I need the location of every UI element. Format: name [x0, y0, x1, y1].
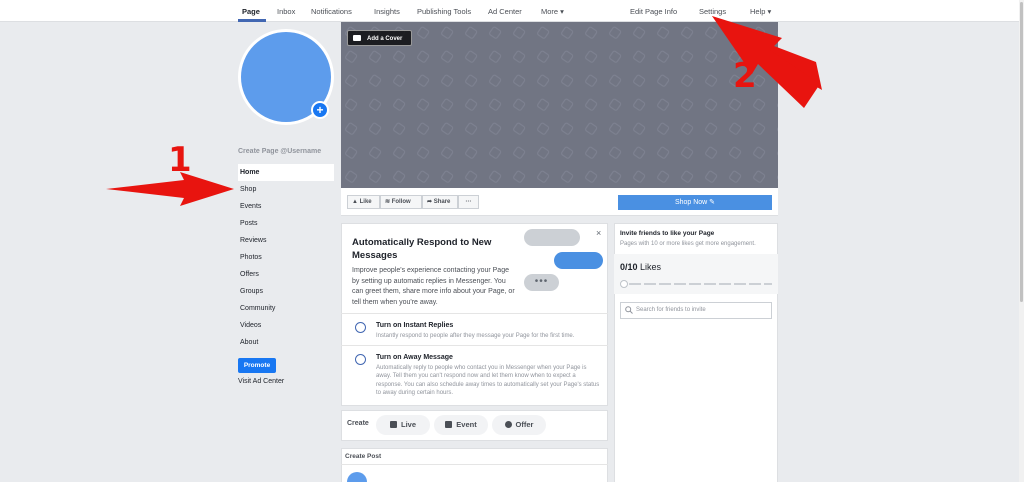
- likes-word: Likes: [640, 262, 662, 272]
- divider: [341, 464, 608, 465]
- auto-respond-description: Improve people's experience contacting y…: [352, 267, 515, 306]
- rss-icon: ≋: [385, 199, 391, 205]
- auto-respond-title: Automatically Respond to New Messages: [352, 237, 492, 261]
- annotation-arrow-2: [712, 16, 822, 108]
- close-icon[interactable]: ×: [596, 228, 601, 238]
- create-label: Create: [347, 420, 369, 427]
- sidebar-item-videos[interactable]: Videos: [238, 317, 334, 334]
- tab-edit-page-info[interactable]: Edit Page Info: [630, 7, 677, 16]
- chat-bubble-illustration: [554, 252, 603, 269]
- share-label: Share: [433, 199, 451, 205]
- like-label: Like: [359, 199, 372, 205]
- tab-ad-center[interactable]: Ad Center: [488, 7, 522, 16]
- divider: [341, 313, 608, 314]
- sidebar-item-posts[interactable]: Posts: [238, 215, 334, 232]
- sidebar-item-home[interactable]: Home: [238, 164, 334, 181]
- create-username-link[interactable]: Create Page @Username: [238, 148, 321, 155]
- live-label: Live: [400, 420, 416, 429]
- away-message-icon: [355, 354, 366, 365]
- promote-button[interactable]: Promote: [238, 358, 276, 373]
- more-options-button[interactable]: ···: [458, 195, 479, 209]
- offer-button[interactable]: Offer: [492, 415, 546, 435]
- invite-title: Invite friends to like your Page: [620, 230, 715, 237]
- live-button[interactable]: Live: [376, 415, 430, 435]
- chat-bubble-illustration: [524, 229, 580, 246]
- offer-label: Offer: [515, 420, 534, 429]
- likes-progress-bar: [620, 280, 772, 288]
- invite-search-placeholder: Search for friends to invite: [636, 307, 706, 313]
- likes-progress-panel: [614, 254, 778, 294]
- invite-search-input[interactable]: Search for friends to invite: [620, 302, 772, 319]
- divider: [341, 345, 608, 346]
- scrollbar-thumb[interactable]: [1020, 2, 1023, 302]
- tab-inbox[interactable]: Inbox: [277, 7, 295, 16]
- add-photo-icon[interactable]: +: [311, 101, 329, 119]
- like-button[interactable]: ▲ Like: [347, 195, 380, 209]
- instant-replies-description: Instantly respond to people after they m…: [376, 333, 575, 339]
- event-label: Event: [456, 420, 477, 429]
- instant-reply-icon: [355, 322, 366, 333]
- tab-notifications[interactable]: Notifications: [311, 7, 352, 16]
- likes-count-value: 0/10: [620, 262, 638, 272]
- search-icon: [625, 306, 633, 314]
- thumbs-up-icon: ▲: [352, 199, 358, 205]
- calendar-icon: [445, 421, 453, 428]
- typing-bubble-illustration: •••: [524, 274, 559, 291]
- follow-label: Follow: [391, 199, 411, 205]
- camera-icon: [353, 35, 361, 41]
- share-button[interactable]: ➦ Share: [422, 195, 458, 209]
- tab-help[interactable]: Help ▾: [750, 7, 771, 16]
- share-icon: ➦: [427, 199, 433, 205]
- sidebar-item-community[interactable]: Community: [238, 300, 334, 317]
- sidebar-item-groups[interactable]: Groups: [238, 283, 334, 300]
- tab-settings[interactable]: Settings: [699, 7, 726, 16]
- sidebar-item-about[interactable]: About: [238, 334, 334, 351]
- tab-insights[interactable]: Insights: [374, 7, 400, 16]
- invite-subtitle: Pages with 10 or more likes get more eng…: [620, 241, 756, 247]
- sidebar-item-offers[interactable]: Offers: [238, 266, 334, 283]
- likes-count: 0/10 Likes: [620, 262, 661, 272]
- away-message-description: Automatically reply to people who contac…: [376, 365, 600, 396]
- follow-button[interactable]: ≋ Follow: [380, 195, 422, 209]
- tab-page[interactable]: Page: [242, 7, 260, 16]
- sidebar-item-shop[interactable]: Shop: [238, 181, 334, 198]
- sidebar-item-photos[interactable]: Photos: [238, 249, 334, 266]
- tab-more[interactable]: More ▾: [541, 7, 564, 16]
- visit-ad-center-link[interactable]: Visit Ad Center: [238, 378, 284, 385]
- offer-tag-icon: [504, 421, 512, 428]
- add-cover-button[interactable]: Add a Cover: [347, 30, 412, 46]
- tab-publishing-tools[interactable]: Publishing Tools: [417, 7, 471, 16]
- sidebar-item-reviews[interactable]: Reviews: [238, 232, 334, 249]
- sidebar-nav: Home Shop Events Posts Reviews Photos Of…: [238, 164, 334, 351]
- event-button[interactable]: Event: [434, 415, 488, 435]
- page-top-navigation: Page Inbox Notifications Insights Publis…: [0, 0, 1019, 22]
- page-scrollbar[interactable]: [1019, 0, 1024, 482]
- instant-replies-title[interactable]: Turn on Instant Replies: [376, 322, 453, 329]
- create-post-label: Create Post: [345, 453, 382, 460]
- video-camera-icon: [389, 421, 397, 428]
- active-tab-indicator: [238, 19, 266, 22]
- add-cover-label: Add a Cover: [367, 36, 403, 42]
- sidebar-item-events[interactable]: Events: [238, 198, 334, 215]
- annotation-arrow-1: [106, 172, 234, 206]
- shop-now-button[interactable]: Shop Now ✎: [618, 195, 772, 210]
- away-message-title[interactable]: Turn on Away Message: [376, 354, 453, 361]
